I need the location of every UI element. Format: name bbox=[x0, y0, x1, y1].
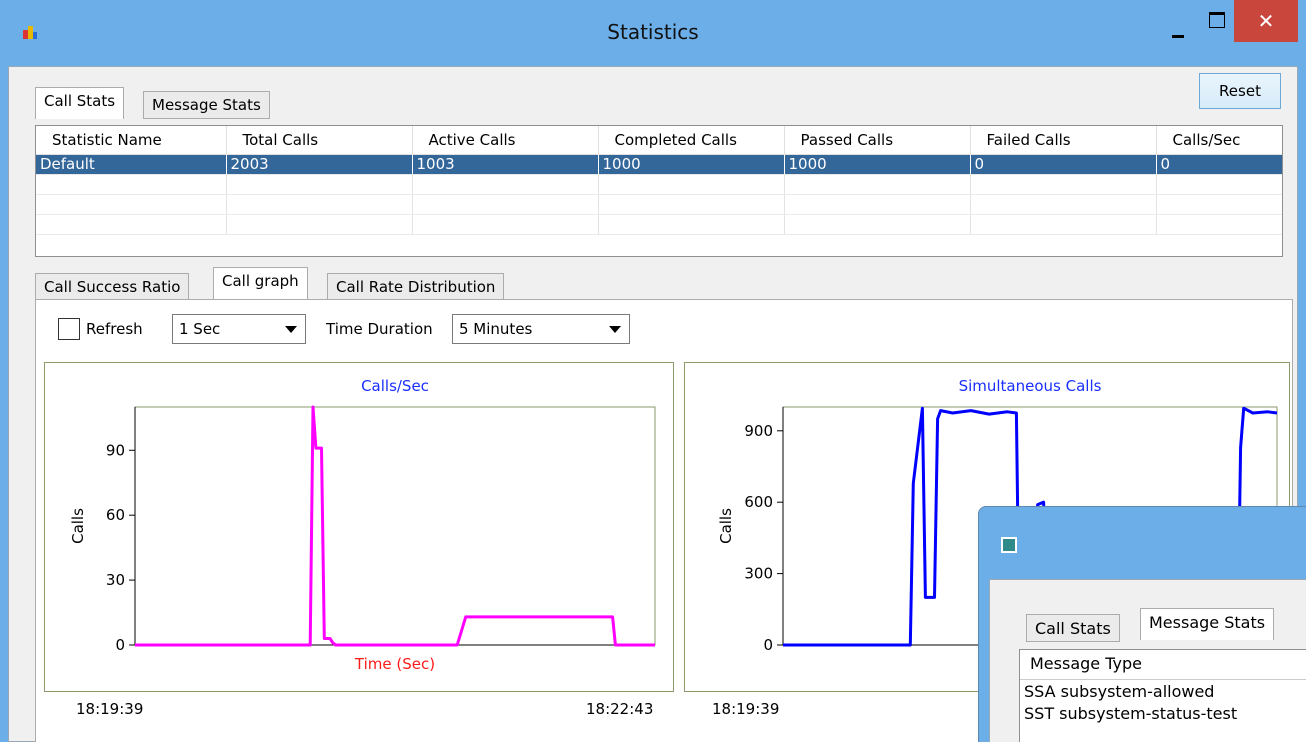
y-tick-label: 60 bbox=[106, 506, 125, 524]
chart-end-time: 18:22:43 bbox=[586, 700, 654, 718]
y-tick-label: 300 bbox=[744, 565, 773, 583]
chart-title: Simultaneous Calls bbox=[959, 377, 1102, 395]
refresh-label: Refresh bbox=[86, 320, 143, 338]
table-cell: 2003 bbox=[226, 154, 413, 175]
chevron-down-icon bbox=[285, 326, 297, 333]
table-cell: 1003 bbox=[412, 154, 599, 175]
popup-tab-call-stats[interactable]: Call Stats bbox=[1026, 614, 1120, 642]
y-tick-label: 0 bbox=[763, 636, 773, 654]
column-header[interactable]: Total Calls bbox=[226, 126, 413, 155]
window-icon bbox=[1001, 537, 1017, 553]
tab-message-stats[interactable]: Message Stats bbox=[143, 91, 270, 119]
tab-call-rate-distribution[interactable]: Call Rate Distribution bbox=[327, 273, 505, 301]
window-title: Statistics bbox=[607, 20, 699, 44]
table-cell: 1000 bbox=[598, 154, 785, 175]
statistics-window: Statistics ✕ Call Stats Message Stats Re… bbox=[0, 0, 1306, 742]
column-header[interactable]: Statistic Name bbox=[36, 126, 227, 155]
tab-call-graph[interactable]: Call graph bbox=[213, 267, 308, 299]
tab-call-success-ratio[interactable]: Call Success Ratio bbox=[35, 273, 190, 301]
table-row-empty bbox=[36, 214, 1282, 235]
time-duration-select[interactable]: 5 Minutes bbox=[452, 314, 630, 344]
refresh-interval-value: 1 Sec bbox=[179, 320, 221, 338]
calls-per-sec-chart: Calls/Sec 0 30 60 90 Calls Time (Sec) bbox=[44, 362, 674, 692]
popup-tab-message-stats[interactable]: Message Stats bbox=[1140, 608, 1275, 640]
column-header[interactable]: Active Calls bbox=[412, 126, 599, 155]
maximize-button[interactable] bbox=[1200, 6, 1234, 46]
column-header[interactable]: Passed Calls bbox=[784, 126, 971, 155]
minimize-button[interactable] bbox=[1160, 6, 1198, 46]
list-item[interactable]: SST subsystem-status-test bbox=[1020, 702, 1306, 724]
title-bar[interactable]: Statistics ✕ bbox=[0, 0, 1306, 66]
chart-title: Calls/Sec bbox=[361, 377, 429, 395]
y-axis-label: Calls bbox=[717, 508, 735, 544]
y-axis-label: Calls bbox=[69, 508, 87, 544]
tab-call-stats[interactable]: Call Stats bbox=[35, 87, 125, 119]
column-header[interactable]: Completed Calls bbox=[598, 126, 785, 155]
chevron-down-icon bbox=[609, 326, 621, 333]
time-duration-label: Time Duration bbox=[326, 320, 433, 338]
stats-table: Statistic Name Total Calls Active Calls … bbox=[35, 125, 1283, 257]
table-row-empty bbox=[36, 194, 1282, 215]
y-tick-label: 0 bbox=[115, 636, 125, 654]
table-row-empty bbox=[36, 174, 1282, 195]
y-tick-label: 90 bbox=[106, 441, 125, 459]
table-row[interactable]: Default 2003 1003 1000 1000 0 0 bbox=[36, 154, 1282, 175]
table-cell: 0 bbox=[970, 154, 1157, 175]
close-button[interactable]: ✕ bbox=[1234, 0, 1298, 42]
series-line bbox=[135, 405, 655, 647]
chart-start-time: 18:19:39 bbox=[76, 700, 144, 718]
table-cell: 0 bbox=[1156, 154, 1282, 175]
refresh-checkbox[interactable] bbox=[58, 318, 80, 340]
calls-per-sec-svg: Calls/Sec 0 30 60 90 Calls Time (Sec) bbox=[69, 377, 656, 673]
chart2-start-time: 18:19:39 bbox=[712, 700, 780, 718]
y-tick-label: 30 bbox=[106, 571, 125, 589]
column-header[interactable]: Calls/Sec bbox=[1156, 126, 1282, 155]
column-header[interactable]: Failed Calls bbox=[970, 126, 1157, 155]
plot-area bbox=[134, 406, 656, 646]
y-tick-label: 900 bbox=[744, 422, 773, 440]
time-duration-value: 5 Minutes bbox=[459, 320, 533, 338]
table-header-row: Statistic Name Total Calls Active Calls … bbox=[36, 126, 1282, 155]
message-stats-window[interactable]: Call Stats Message Stats Message Type SS… bbox=[978, 506, 1306, 742]
table-cell: 1000 bbox=[784, 154, 971, 175]
message-type-list: Message Type SSA subsystem-allowed SST s… bbox=[1019, 649, 1306, 742]
list-item[interactable]: SSA subsystem-allowed bbox=[1020, 680, 1306, 702]
refresh-interval-select[interactable]: 1 Sec bbox=[172, 314, 306, 344]
x-axis-label: Time (Sec) bbox=[354, 655, 435, 673]
table-cell: Default bbox=[36, 154, 227, 175]
reset-button[interactable]: Reset bbox=[1199, 73, 1281, 109]
y-tick-label: 600 bbox=[744, 493, 773, 511]
list-header[interactable]: Message Type bbox=[1020, 650, 1306, 680]
